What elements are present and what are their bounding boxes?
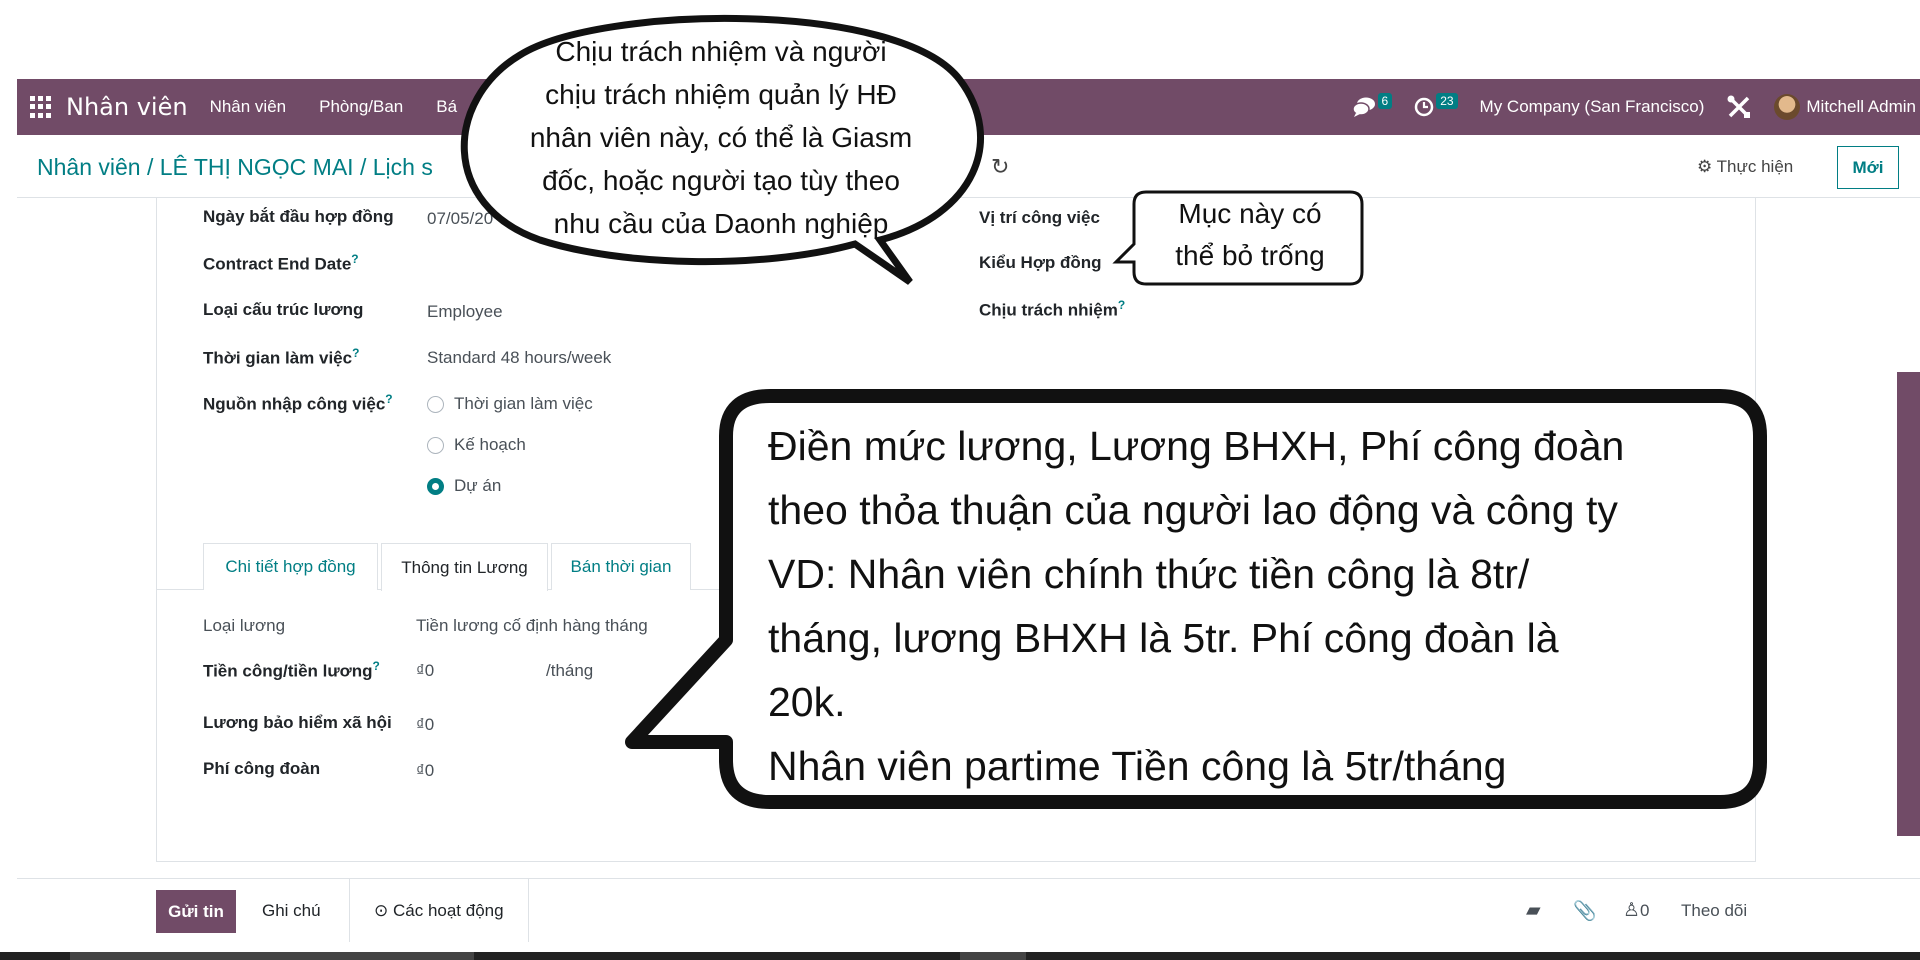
radio-planning[interactable]: Kế hoạch <box>427 435 526 455</box>
responsible-label: Chịu trách nhiệm? <box>979 298 1126 320</box>
radio-circle-selected[interactable] <box>427 477 444 495</box>
messages-button[interactable]: 6 <box>1351 93 1393 118</box>
refresh-icon[interactable]: ↻ <box>991 154 1009 180</box>
menu-employees[interactable]: Nhân viên <box>210 97 287 117</box>
send-message-button[interactable]: Gửi tin <box>156 890 236 933</box>
notebook-icon[interactable]: ▰ <box>1526 899 1541 922</box>
user-menu[interactable]: Mitchell Admin <box>1806 97 1916 117</box>
menu-departments[interactable]: Phòng/Ban <box>319 97 403 117</box>
wage-unit: /tháng <box>546 661 594 680</box>
app-name[interactable]: Nhân viên <box>66 93 188 121</box>
scrollbar-thumb[interactable] <box>1897 372 1920 836</box>
chatter-bar: Gửi tin Ghi chú ⊙ Các hoạt động ▰ 📎 ♙0 T… <box>17 878 1920 942</box>
start-date-label: Ngày bắt đầu hợp đồng <box>203 207 394 226</box>
action-button[interactable]: ⚙ Thực hiện <box>1697 157 1793 177</box>
wage-label: Tiền công/tiền lương? <box>203 659 380 681</box>
tab-salary-info[interactable]: Thông tin Lương <box>381 543 548 591</box>
radio-circle[interactable] <box>427 395 444 413</box>
job-position-label: Vị trí công việc <box>979 208 1100 227</box>
callout-text-optional: Mục này có thể bỏ trống <box>1175 198 1325 271</box>
breadcrumb[interactable]: Nhân viên / LÊ THỊ NGỌC MAI / Lịch s <box>37 154 433 181</box>
tools-icon[interactable] <box>1726 94 1752 120</box>
wage-value[interactable]: ₫0 <box>416 661 434 681</box>
avatar[interactable] <box>1774 94 1801 120</box>
work-time-value[interactable]: Standard 48 hours/week <box>427 348 611 368</box>
log-note-button[interactable]: Ghi chú <box>262 901 321 921</box>
messages-count-badge: 6 <box>1377 93 1393 109</box>
insurance-value[interactable]: ₫0 <box>416 715 434 735</box>
control-panel: Nhân viên / LÊ THỊ NGỌC MAI / Lịch s ↻ ⚙… <box>17 135 1920 198</box>
new-button[interactable]: Mới <box>1837 146 1899 189</box>
apps-grid-icon[interactable] <box>30 96 52 118</box>
page: Nhân viên Nhân viên Phòng/Ban Bá 6 23 My… <box>0 0 1920 960</box>
start-date-value[interactable]: 07/05/20 <box>427 209 493 229</box>
company-switcher[interactable]: My Company (San Francisco) <box>1480 97 1705 117</box>
wage-type-value[interactable]: Tiền lương cố định hàng tháng <box>416 616 648 636</box>
paperclip-icon[interactable]: 📎 <box>1573 899 1597 923</box>
top-navbar: Nhân viên Nhân viên Phòng/Ban Bá 6 23 My… <box>17 79 1920 135</box>
radio-project[interactable]: Dự án <box>427 476 501 496</box>
activities-button[interactable]: ⊙ Các hoạt động <box>349 879 529 942</box>
callout-text-salary: Điền mức lương, Lương BHXH, Phí công đoà… <box>768 423 1625 789</box>
navbar-right: 6 23 My Company (San Francisco) Mitchell… <box>1351 79 1920 135</box>
work-source-label: Nguồn nhập công việc? <box>203 392 393 414</box>
salary-structure-label: Loại cấu trúc lương <box>203 300 364 319</box>
union-fee-label: Phí công đoàn <box>203 759 321 778</box>
end-date-label: Contract End Date? <box>203 252 359 274</box>
bottom-strip <box>0 952 1920 960</box>
activities-button[interactable]: 23 <box>1414 93 1458 117</box>
salary-structure-value[interactable]: Employee <box>427 302 503 322</box>
tab-contract-details[interactable]: Chi tiết hợp đồng <box>203 543 378 590</box>
strip-segment <box>960 952 1026 960</box>
user-icon: ♙ <box>1623 900 1641 921</box>
clock-icon <box>1414 97 1434 117</box>
radio-circle[interactable] <box>427 436 444 454</box>
tab-part-time[interactable]: Bán thời gian <box>551 543 691 590</box>
union-fee-value[interactable]: ₫0 <box>416 761 434 781</box>
followers-button[interactable]: ♙0 <box>1623 899 1650 922</box>
strip-segment <box>70 952 474 960</box>
insurance-label: Lương bảo hiểm xã hội <box>203 713 392 732</box>
callout-text-responsible: Chịu trách nhiệm và người chịu trách nhi… <box>529 36 913 239</box>
menu-reports[interactable]: Bá <box>436 97 457 117</box>
clock-icon: ⊙ <box>374 900 389 920</box>
activities-count-badge: 23 <box>1436 93 1458 109</box>
follow-button[interactable]: Theo dõi <box>1681 901 1747 921</box>
contract-type-label: Kiểu Hợp đồng <box>979 253 1102 272</box>
chat-icon <box>1351 97 1375 117</box>
radio-work-time[interactable]: Thời gian làm việc <box>427 394 593 414</box>
wage-type-label: Loại lương <box>203 616 286 635</box>
work-time-label: Thời gian làm việc? <box>203 346 360 368</box>
